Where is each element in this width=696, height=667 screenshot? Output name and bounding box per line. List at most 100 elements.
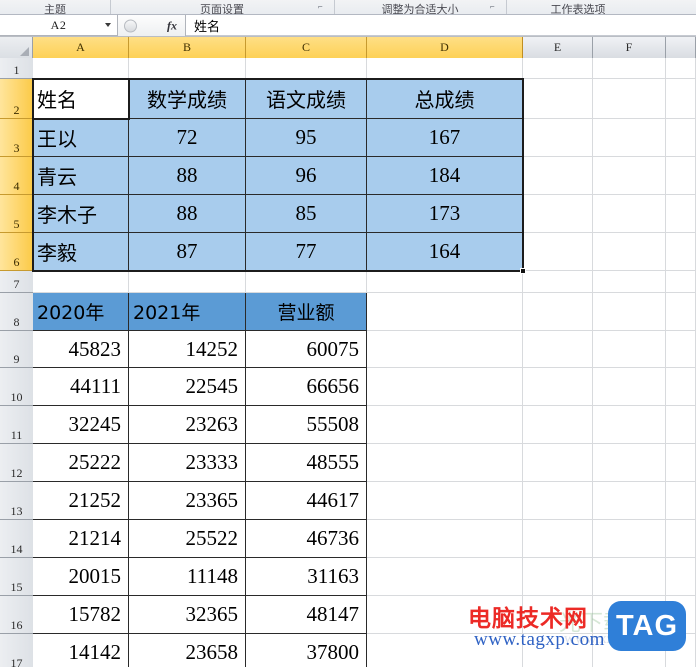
cell-B15[interactable]: 11148	[129, 558, 246, 596]
row-header-2[interactable]: 2	[0, 79, 33, 119]
formula-input[interactable]: 姓名	[186, 15, 696, 36]
cell-C5[interactable]: 85	[246, 195, 367, 233]
row-header-5[interactable]: 5	[0, 195, 33, 233]
cell-A5-text: 李木子	[37, 203, 97, 227]
cell-B12[interactable]: 23333	[129, 444, 246, 482]
name-box[interactable]: A2	[0, 15, 118, 36]
cell-C17[interactable]: 37800	[246, 634, 367, 667]
row-header-14[interactable]: 14	[0, 520, 33, 558]
cell-B14[interactable]: 25522	[129, 520, 246, 558]
row-header-6[interactable]: 6	[0, 233, 33, 271]
cell-D4[interactable]: 184	[367, 157, 523, 195]
column-header-A[interactable]: A	[33, 37, 129, 58]
cell-B13-text: 23365	[185, 488, 239, 512]
cell-B4[interactable]: 88	[129, 157, 246, 195]
cell-area[interactable]: 姓名 数学成绩 语文成绩 总成绩王以 72 95 167 青云 88 96 184 李木子 88 85 17…	[32, 58, 696, 667]
cell-B14-text: 25522	[185, 526, 239, 550]
column-header-blank[interactable]	[666, 37, 696, 58]
cell-A2[interactable]: 姓名	[33, 79, 129, 119]
cell-A6[interactable]: 李毅	[33, 233, 129, 271]
row-header-13[interactable]: 13	[0, 482, 33, 520]
cell-A10[interactable]: 44111	[33, 368, 129, 406]
row-header-12[interactable]: 12	[0, 444, 33, 482]
cell-B2[interactable]: 数学成绩	[129, 79, 246, 119]
cell-B8[interactable]: 2021年	[129, 293, 246, 331]
cell-C11[interactable]: 55508	[246, 406, 367, 444]
row-header-label: 13	[10, 504, 23, 518]
cell-A5[interactable]: 李木子	[33, 195, 129, 233]
row-header-9[interactable]: 9	[0, 331, 33, 368]
column-header-B[interactable]: B	[129, 37, 246, 58]
cell-B13[interactable]: 23365	[129, 482, 246, 520]
row-header-label: 10	[10, 390, 23, 404]
cell-D3[interactable]: 167	[367, 119, 523, 157]
cell-C3[interactable]: 95	[246, 119, 367, 157]
cell-D2[interactable]: 总成绩	[367, 79, 523, 119]
cell-A3[interactable]: 王以	[33, 119, 129, 157]
cell-B16[interactable]: 32365	[129, 596, 246, 634]
cell-A12[interactable]: 25222	[33, 444, 129, 482]
cell-B6-text: 87	[176, 239, 198, 263]
column-header-D[interactable]: D	[367, 37, 523, 58]
dialog-launcher-icon[interactable]: ⌐	[318, 2, 323, 11]
cell-C10[interactable]: 66656	[246, 368, 367, 406]
cell-C14[interactable]: 46736	[246, 520, 367, 558]
cell-C8[interactable]: 营业额	[246, 293, 367, 331]
cell-C3-text: 95	[295, 125, 317, 149]
cell-C15[interactable]: 31163	[246, 558, 367, 596]
cell-A10-text: 44111	[70, 374, 121, 398]
cell-B5[interactable]: 88	[129, 195, 246, 233]
dialog-launcher-icon[interactable]: ⌐	[490, 2, 495, 11]
cell-D6[interactable]: 164	[367, 233, 523, 271]
cell-B9-text: 14252	[185, 336, 239, 361]
cell-A4-text: 青云	[37, 165, 77, 189]
cell-B9[interactable]: 14252	[129, 331, 246, 368]
cell-B6[interactable]: 87	[129, 233, 246, 271]
cell-C2[interactable]: 语文成绩	[246, 79, 367, 119]
row-header-15[interactable]: 15	[0, 558, 33, 596]
row-header-4[interactable]: 4	[0, 157, 33, 195]
select-all-button[interactable]	[0, 37, 33, 58]
column-header-E[interactable]: E	[523, 37, 593, 58]
row-header-17[interactable]: 17	[0, 634, 33, 667]
row-header-1[interactable]: 1	[0, 58, 33, 79]
cell-C16[interactable]: 48147	[246, 596, 367, 634]
cell-B17[interactable]: 23658	[129, 634, 246, 667]
gridline-vertical	[592, 58, 593, 667]
cell-A11[interactable]: 32245	[33, 406, 129, 444]
row-header-11[interactable]: 11	[0, 406, 33, 444]
cell-C9[interactable]: 60075	[246, 331, 367, 368]
cell-A14[interactable]: 21214	[33, 520, 129, 558]
cell-A8[interactable]: 2020年	[33, 293, 129, 331]
row-header-3[interactable]: 3	[0, 119, 33, 157]
column-header-F[interactable]: F	[593, 37, 666, 58]
ribbon-group-2: 调整为合适大小	[381, 4, 459, 15]
cancel-enter-icon[interactable]	[124, 19, 137, 32]
cell-A9[interactable]: 45823	[33, 331, 129, 368]
cell-A4[interactable]: 青云	[33, 157, 129, 195]
gridline-vertical	[665, 58, 666, 667]
cell-B3[interactable]: 72	[129, 119, 246, 157]
fill-handle[interactable]	[520, 268, 526, 274]
row-header-16[interactable]: 16	[0, 596, 33, 634]
cell-B16-text: 32365	[185, 602, 239, 626]
row-header-10[interactable]: 10	[0, 368, 33, 406]
chevron-down-icon[interactable]	[105, 23, 111, 27]
cell-C4[interactable]: 96	[246, 157, 367, 195]
cell-A17[interactable]: 14142	[33, 634, 129, 667]
cell-D5[interactable]: 173	[367, 195, 523, 233]
row-header-7[interactable]: 7	[0, 271, 33, 293]
cell-C12[interactable]: 48555	[246, 444, 367, 482]
cell-C13[interactable]: 44617	[246, 482, 367, 520]
worksheet-grid[interactable]: ABCDEF 12345678910111213141516171819 姓名数…	[0, 37, 696, 667]
cell-A15[interactable]: 20015	[33, 558, 129, 596]
cell-B10[interactable]: 22545	[129, 368, 246, 406]
row-header-band: 12345678910111213141516171819	[0, 58, 33, 667]
row-header-8[interactable]: 8	[0, 293, 33, 331]
cell-A16[interactable]: 15782	[33, 596, 129, 634]
cell-B11[interactable]: 23263	[129, 406, 246, 444]
cell-A13[interactable]: 21252	[33, 482, 129, 520]
insert-function-icon[interactable]: fx	[167, 18, 177, 33]
cell-C6[interactable]: 77	[246, 233, 367, 271]
column-header-C[interactable]: C	[246, 37, 367, 58]
